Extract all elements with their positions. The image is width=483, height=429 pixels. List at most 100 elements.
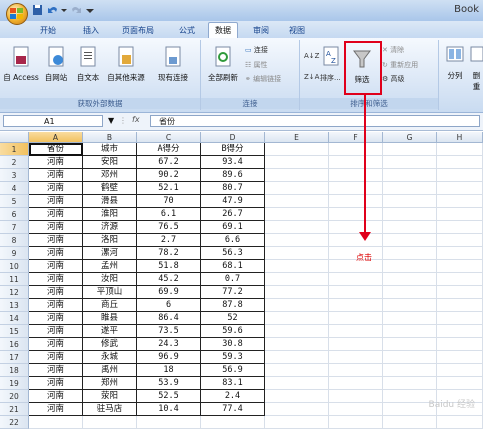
empty-cell[interactable] (329, 182, 383, 195)
formula-input[interactable]: 省份 (150, 115, 480, 127)
office-button[interactable] (6, 3, 28, 25)
empty-cell[interactable] (265, 195, 329, 208)
table-cell[interactable]: 69.9 (137, 286, 201, 299)
header-cell[interactable]: 省份 (29, 143, 83, 156)
table-cell[interactable]: 10.4 (137, 403, 201, 416)
table-cell[interactable]: 河南 (29, 221, 83, 234)
empty-cell[interactable] (265, 208, 329, 221)
empty-cell[interactable] (329, 299, 383, 312)
name-box[interactable]: A1 (3, 115, 103, 127)
empty-cell[interactable] (437, 299, 483, 312)
from-web-button[interactable]: 自网站 (41, 46, 71, 83)
empty-cell[interactable] (265, 364, 329, 377)
insert-function-button[interactable]: fx (132, 115, 140, 124)
sort-button[interactable]: AZ (320, 45, 342, 71)
table-cell[interactable]: 77.2 (201, 286, 265, 299)
row-header[interactable]: 4 (0, 182, 29, 195)
column-header-d[interactable]: D (201, 132, 265, 143)
empty-cell[interactable] (329, 169, 383, 182)
empty-cell[interactable] (383, 364, 437, 377)
empty-cell[interactable] (383, 312, 437, 325)
table-cell[interactable]: 淮阳 (83, 208, 137, 221)
empty-cell[interactable] (383, 208, 437, 221)
table-cell[interactable]: 68.1 (201, 260, 265, 273)
empty-cell[interactable] (437, 260, 483, 273)
remove-duplicates-button[interactable]: 删 重 (470, 44, 483, 92)
empty-cell[interactable] (329, 351, 383, 364)
row-header[interactable]: 1 (0, 143, 29, 156)
customize-toolbar-icon[interactable] (86, 4, 94, 16)
table-cell[interactable]: 河南 (29, 299, 83, 312)
table-cell[interactable]: 平顶山 (83, 286, 137, 299)
sort-label[interactable]: 排序... (320, 73, 341, 83)
row-header[interactable]: 12 (0, 286, 29, 299)
sort-za-icon[interactable]: Z↓A (304, 73, 319, 81)
empty-cell[interactable] (437, 208, 483, 221)
empty-cell[interactable] (437, 247, 483, 260)
table-cell[interactable]: 26.7 (201, 208, 265, 221)
empty-cell[interactable] (383, 182, 437, 195)
empty-cell[interactable] (265, 286, 329, 299)
table-cell[interactable]: 52.5 (137, 390, 201, 403)
table-cell[interactable]: 济源 (83, 221, 137, 234)
empty-cell[interactable] (437, 416, 483, 429)
table-cell[interactable]: 2.7 (137, 234, 201, 247)
empty-cell[interactable] (329, 325, 383, 338)
empty-cell[interactable] (383, 247, 437, 260)
table-cell[interactable]: 45.2 (137, 273, 201, 286)
column-header-h[interactable]: H (437, 132, 483, 143)
empty-cell[interactable] (437, 221, 483, 234)
table-cell[interactable]: 96.9 (137, 351, 201, 364)
table-cell[interactable]: 荥阳 (83, 390, 137, 403)
table-cell[interactable]: 禹州 (83, 364, 137, 377)
table-cell[interactable]: 河南 (29, 286, 83, 299)
table-cell[interactable]: 永城 (83, 351, 137, 364)
header-cell[interactable]: 城市 (83, 143, 137, 156)
table-cell[interactable]: 67.2 (137, 156, 201, 169)
sort-az-icon[interactable]: A↓Z (304, 52, 319, 60)
table-cell[interactable]: 河南 (29, 260, 83, 273)
row-header[interactable]: 20 (0, 390, 29, 403)
empty-cell[interactable] (437, 182, 483, 195)
empty-cell[interactable] (265, 416, 329, 429)
empty-cell[interactable] (265, 234, 329, 247)
table-cell[interactable]: 商丘 (83, 299, 137, 312)
table-cell[interactable]: 河南 (29, 169, 83, 182)
table-cell[interactable]: 河南 (29, 234, 83, 247)
advanced-button[interactable]: ⚙ 高级 (382, 74, 405, 84)
empty-cell[interactable] (329, 221, 383, 234)
empty-cell[interactable] (329, 390, 383, 403)
refresh-all-button[interactable]: 全部刷新 (204, 46, 242, 83)
column-header-b[interactable]: B (83, 132, 137, 143)
from-other-sources-button[interactable]: 自其他来源 (104, 46, 148, 83)
row-header[interactable]: 17 (0, 351, 29, 364)
empty-cell[interactable] (329, 143, 383, 156)
row-header[interactable]: 2 (0, 156, 29, 169)
table-cell[interactable]: 河南 (29, 247, 83, 260)
redo-icon[interactable] (70, 4, 82, 16)
empty-cell[interactable] (383, 156, 437, 169)
row-header[interactable]: 13 (0, 299, 29, 312)
table-cell[interactable]: 洛阳 (83, 234, 137, 247)
table-cell[interactable]: 修武 (83, 338, 137, 351)
name-box-dropdown-icon[interactable]: ▼ (108, 116, 114, 125)
empty-cell[interactable] (383, 416, 437, 429)
table-cell[interactable]: 70 (137, 195, 201, 208)
empty-cell[interactable] (265, 169, 329, 182)
table-cell[interactable]: 汝阳 (83, 273, 137, 286)
empty-cell[interactable] (437, 364, 483, 377)
table-cell[interactable]: 郑州 (83, 377, 137, 390)
row-header[interactable]: 9 (0, 247, 29, 260)
empty-cell[interactable] (265, 260, 329, 273)
table-cell[interactable]: 河南 (29, 377, 83, 390)
undo-dropdown-icon[interactable] (61, 4, 67, 16)
empty-cell[interactable] (329, 377, 383, 390)
empty-cell[interactable] (383, 234, 437, 247)
table-cell[interactable]: 河南 (29, 208, 83, 221)
table-cell[interactable]: 河南 (29, 182, 83, 195)
tab-view[interactable]: 视图 (283, 23, 311, 38)
empty-cell[interactable] (329, 273, 383, 286)
table-cell[interactable]: 漯河 (83, 247, 137, 260)
empty-cell[interactable] (383, 338, 437, 351)
empty-cell[interactable] (383, 286, 437, 299)
